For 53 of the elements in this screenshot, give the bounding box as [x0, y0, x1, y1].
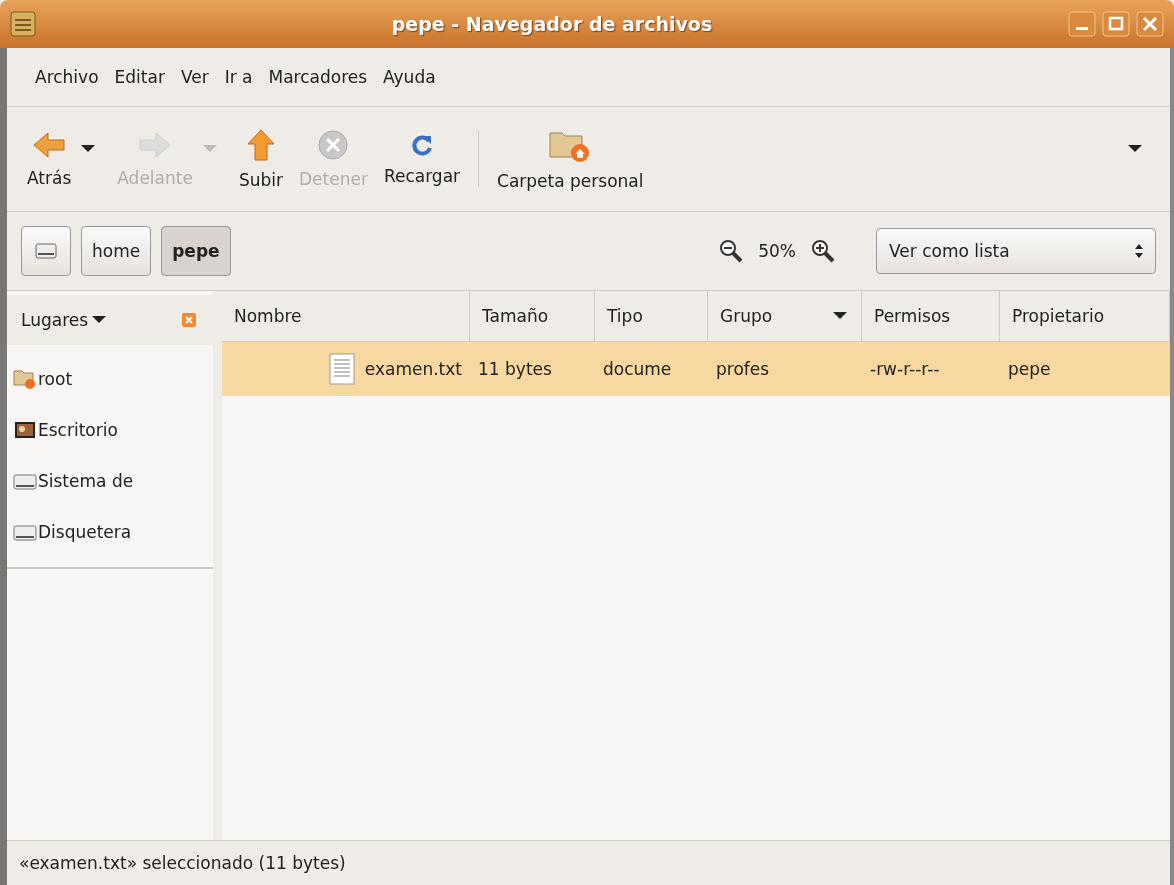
sidebar-item[interactable]: Disquetera — [7, 506, 213, 557]
overflow-caret-icon[interactable] — [1128, 145, 1142, 153]
forward-arrow-icon — [138, 130, 173, 160]
zoom-level: 50% — [758, 241, 796, 261]
status-text: «examen.txt» seleccionado (11 bytes) — [19, 853, 346, 873]
caret-icon[interactable] — [81, 145, 96, 153]
menu-item[interactable]: Marcadores — [260, 67, 376, 87]
caret-icon — [92, 316, 107, 324]
maximize-icon[interactable] — [1102, 11, 1130, 37]
back-arrow-icon — [32, 130, 67, 160]
close-icon[interactable] — [1136, 11, 1164, 37]
column-header[interactable]: Tamaño — [470, 291, 595, 341]
minimize-icon[interactable] — [1068, 11, 1096, 37]
stop-icon — [317, 129, 350, 161]
table-cell: pepe — [1008, 359, 1051, 379]
toolbar-button[interactable]: Recargar — [375, 128, 469, 190]
path-button[interactable]: pepe — [161, 226, 231, 276]
menu-item[interactable]: Ayuda — [375, 67, 444, 87]
view-dropdown[interactable]: Ver como lista — [876, 228, 1156, 274]
sidebar-item[interactable]: Sistema de — [7, 455, 213, 506]
sidebar-item[interactable]: Escritorio — [7, 404, 213, 455]
column-header[interactable]: Nombre — [222, 291, 470, 341]
zoom-out-icon[interactable] — [718, 238, 745, 264]
table-cell: profes — [716, 359, 770, 379]
menu-item[interactable]: Ver — [172, 67, 217, 87]
sidebar-item[interactable]: root — [7, 353, 213, 404]
toolbar-button[interactable]: Atrás — [19, 126, 80, 192]
close-icon[interactable] — [181, 312, 197, 328]
window-menu-icon[interactable] — [10, 11, 36, 37]
menu-item[interactable]: Editar — [106, 67, 173, 87]
sort-caret-icon — [833, 312, 847, 320]
table-cell: -rw-r--r-- — [870, 359, 940, 379]
text-file-icon — [328, 353, 355, 385]
toolbar-button[interactable]: Subir — [230, 124, 291, 194]
column-header[interactable]: Propietario — [1000, 291, 1170, 341]
up-arrow-icon — [245, 128, 276, 162]
menu-item[interactable]: Archivo — [27, 67, 107, 87]
path-button[interactable] — [21, 226, 71, 276]
folder-icon — [13, 367, 37, 390]
column-header[interactable]: Permisos — [862, 291, 1000, 341]
menu-item[interactable]: Ir a — [216, 67, 261, 87]
table-cell: docume — [603, 359, 672, 379]
places-dropdown[interactable]: Lugares — [21, 310, 107, 330]
column-header[interactable]: Tipo — [595, 291, 708, 341]
zoom-in-icon[interactable] — [810, 238, 836, 264]
toolbar-button[interactable]: Carpeta personal — [489, 123, 652, 195]
file-row[interactable]: examen.txt 11 bytes docume profes -rw-r--r-- pepe — [222, 342, 1170, 396]
table-cell: 11 bytes — [478, 359, 552, 379]
table-cell: examen.txt — [364, 359, 462, 379]
drive-icon — [35, 242, 57, 260]
window-title: pepe - Navegador de archivos — [390, 13, 714, 35]
column-header[interactable]: Grupo — [708, 291, 862, 341]
path-button[interactable]: home — [81, 226, 152, 276]
